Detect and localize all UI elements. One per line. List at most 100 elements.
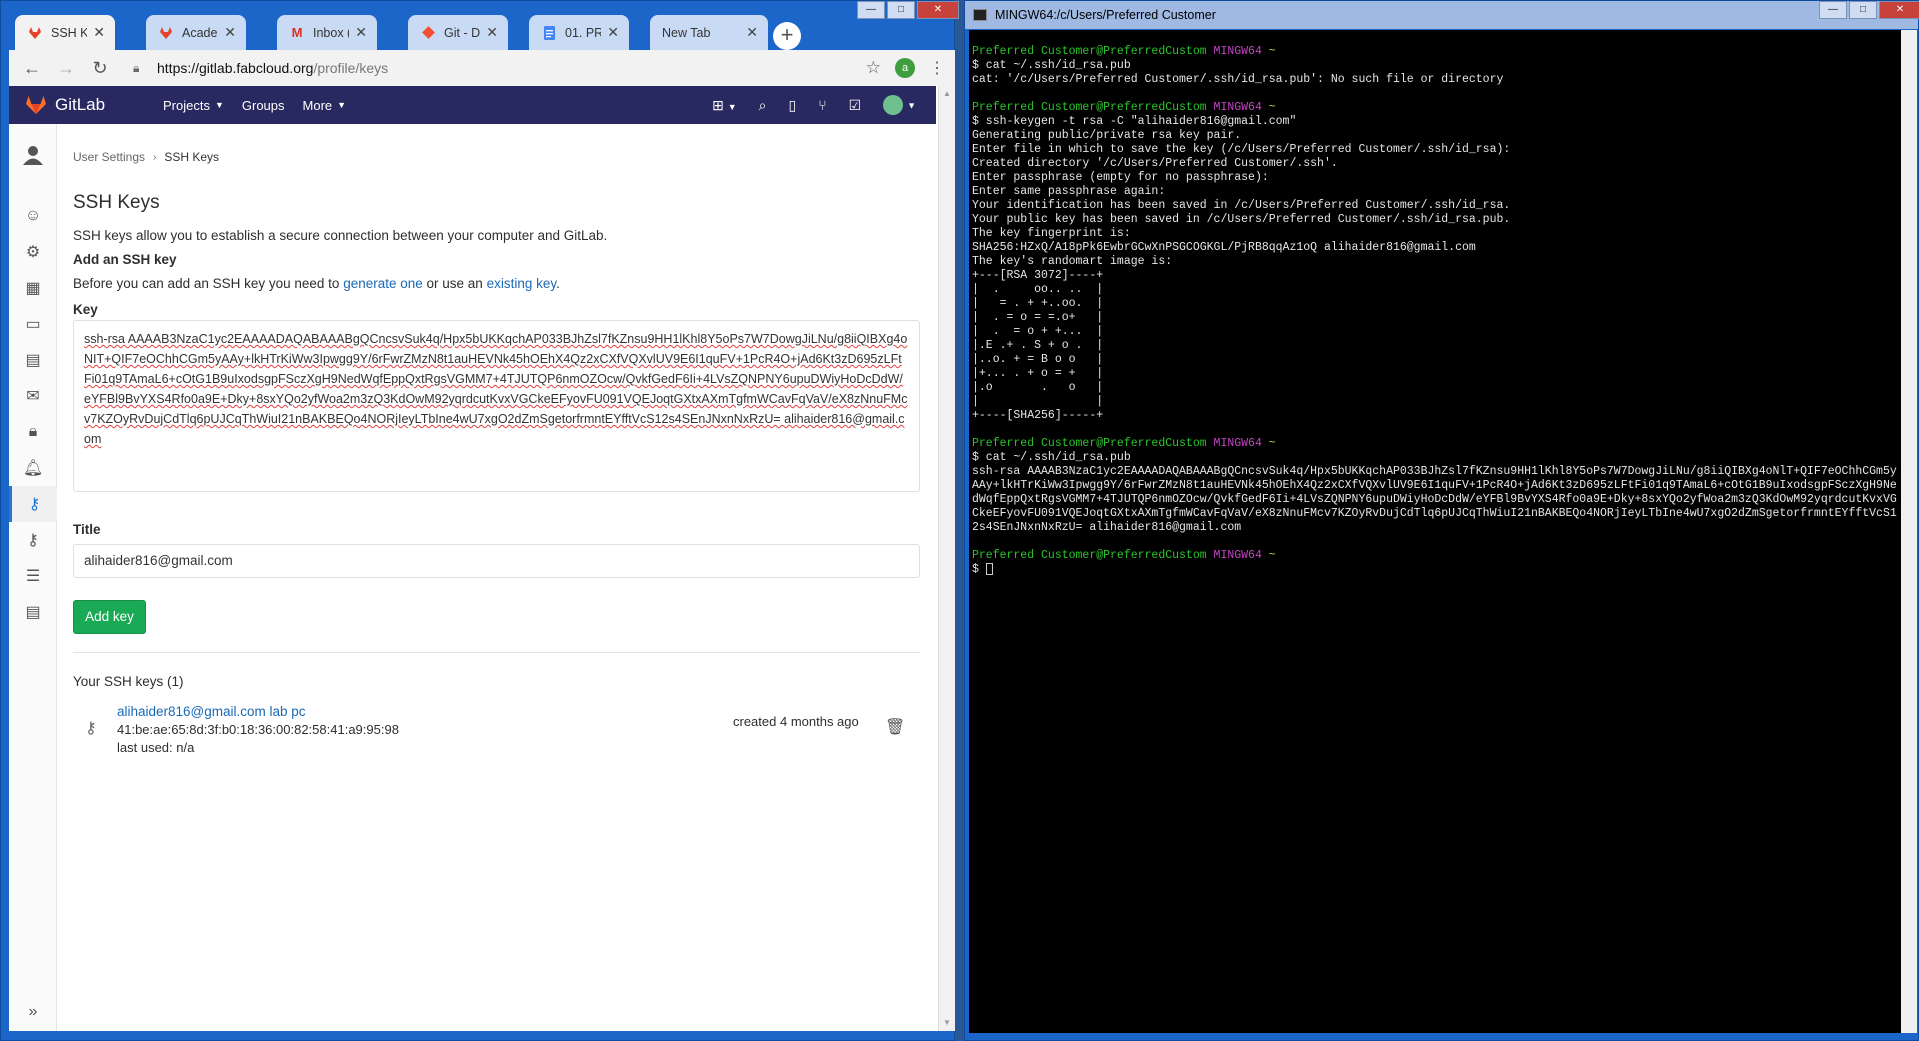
gitlab-page: GitLab Projects ▼ Groups More ▼ ⊞ ▼ ⌕ ▯ ⑂ … [9,86,955,1031]
sidebar-item-active-sessions[interactable]: ▤ [9,594,57,630]
key-icon: ⚷ [85,720,97,737]
chevron-down-icon: ▼ [337,100,347,110]
sidebar-item-tokens[interactable]: ▤ [9,342,57,378]
terminal-output[interactable]: Preferred Customer@PreferredCustom MINGW… [969,30,1901,1033]
tab-new-tab[interactable]: New Tab ✕ [650,15,768,50]
git-icon [420,25,436,41]
minimize-button[interactable]: — [857,1,885,19]
terminal-command: $ ssh-keygen -t rsa -C "alihaider816@gma… [972,115,1297,128]
scroll-up-icon[interactable]: ▲ [939,86,955,102]
ssh-key-title-link[interactable]: alihaider816@gmail.com lab pc [117,704,306,719]
key-textarea[interactable]: ssh-rsa AAAAB3NzaC1yc2EAAAADAQABAAABgQCn… [73,320,920,492]
terminal-command: $ cat ~/.ssh/id_rsa.pub [972,451,1131,464]
nav-more[interactable]: More ▼ [303,98,347,113]
breadcrumb-ssh-keys[interactable]: SSH Keys [164,150,219,164]
address-bar[interactable]: 🔒︎ https://gitlab.fabcloud.org/profile/k… [129,54,858,82]
scroll-down-icon[interactable]: ▼ [939,1015,955,1031]
terminal-prompt: $ [972,563,986,577]
close-window-button[interactable]: ✕ [1879,1,1919,19]
add-key-button[interactable]: Add key [73,600,146,634]
page-title: SSH Keys [73,192,160,213]
ssh-key-list-item: ⚷ alihaider816@gmail.com lab pc 41:be:ae… [73,704,920,764]
terminal-scrollbar[interactable] [1901,30,1917,1033]
close-window-button[interactable]: ✕ [917,1,959,19]
envelope-icon: ✉ [26,388,40,405]
title-input[interactable]: alihaider816@gmail.com [73,544,920,578]
menu-kebab-icon[interactable]: ⋮ [929,58,945,78]
sidebar-item-gpg-keys[interactable]: ⚷ [9,522,57,558]
tab-ssh-keys[interactable]: SSH Keys · G ✕ [15,15,115,50]
gmail-icon: M [291,25,303,40]
maximize-button[interactable]: □ [1849,1,1877,19]
gitlab-header: GitLab Projects ▼ Groups More ▼ ⊞ ▼ ⌕ ▯ ⑂ … [9,86,936,124]
terminal-command: $ cat ~/.ssh/id_rsa.pub [972,59,1131,72]
gitlab-icon [158,25,174,41]
sidebar-item-ssh-keys[interactable]: ⚷ [9,486,57,522]
chevron-down-icon: ▼ [214,100,224,110]
user-avatar-dropdown[interactable]: ▼ [883,95,916,115]
sidebar-item-notifications[interactable]: 🔔︎ [9,450,57,486]
key-icon: ⚷ [27,532,39,549]
new-tab-button[interactable]: + [773,22,801,50]
trash-icon[interactable]: 🗑︎ [885,717,905,737]
collapse-sidebar-button[interactable]: » [9,994,57,1030]
mingw-icon [973,9,987,21]
sidebar-item-chat[interactable]: ▦ [9,270,57,306]
breadcrumb: User Settings › SSH Keys [73,150,219,164]
ssh-key-fingerprint: 41:be:ae:65:8d:3f:b0:18:36:00:82:58:41:a… [117,722,399,737]
todos-icon[interactable]: ☑ [849,97,862,114]
back-arrow-icon[interactable]: ← [19,58,45,79]
issues-icon[interactable]: ▯ [789,97,797,114]
close-tab-icon[interactable]: ✕ [224,24,236,41]
tab-strip: SSH Keys · G ✕ Academany ✕ M Inbox (22) … [9,9,955,50]
user-icon [23,146,43,165]
token-icon: ▤ [25,352,41,369]
bookmark-star-icon[interactable]: ☆ [866,58,881,78]
add-ssh-key-heading: Add an SSH key [73,252,177,267]
terminal-cursor [985,563,993,575]
key-label: Key [73,302,98,317]
account-icon: ☺ [24,207,42,224]
existing-key-link[interactable]: existing key [487,276,557,291]
close-tab-icon[interactable]: ✕ [355,24,367,41]
page-scrollbar[interactable]: ▲ ▼ [938,86,955,1031]
gitlab-logo[interactable]: GitLab [25,95,145,115]
tab-git-download[interactable]: Git - Down ✕ [408,15,508,50]
breadcrumb-user-settings[interactable]: User Settings [73,150,145,164]
maximize-button[interactable]: □ [887,1,915,19]
ssh-key-last-used: last used: n/a [117,740,195,755]
sidebar-item-comments[interactable]: ▭ [9,306,57,342]
gitlab-icon [27,25,43,41]
tab-inbox[interactable]: M Inbox (22) ✕ [277,15,377,50]
preferences-icon: ☰ [25,568,41,585]
sidebar-item-account[interactable]: ☺ [9,198,57,234]
tab-academany[interactable]: Academany ✕ [146,15,246,50]
sidebar-item-applications[interactable]: ⚙ [9,234,57,270]
close-tab-icon[interactable]: ✕ [93,24,105,41]
nav-projects[interactable]: Projects ▼ [163,98,224,113]
reload-icon[interactable]: ↻ [87,58,113,79]
sidebar-item-profile[interactable] [9,130,57,180]
sessions-icon: ▤ [25,604,41,621]
key-icon: ⚷ [28,496,41,513]
terminal-titlebar: MINGW64:/c/Users/Preferred Customer [965,1,1918,29]
forward-arrow-icon[interactable]: → [53,58,79,79]
merge-requests-icon[interactable]: ⑂ [818,97,826,113]
chevron-right-icon: › [153,151,157,163]
sidebar-item-password[interactable]: 🔒︎ [9,414,57,450]
close-tab-icon[interactable]: ✕ [486,24,498,41]
tab-project-doc[interactable]: 01. PROJEC ✕ [529,15,629,50]
sidebar-item-preferences[interactable]: ☰ [9,558,57,594]
close-tab-icon[interactable]: ✕ [746,24,758,41]
profile-avatar[interactable]: a [895,58,915,78]
settings-sidebar: ☺ ⚙ ▦ ▭ ▤ ✉ 🔒︎ 🔔︎ ⚷ ⚷ ☰ ▤ » [9,124,57,1031]
divider [73,652,920,653]
search-icon[interactable]: ⌕ [759,97,767,114]
nav-groups[interactable]: Groups [242,98,285,113]
plus-dropdown-icon[interactable]: ⊞ ▼ [712,97,737,114]
sidebar-item-emails[interactable]: ✉ [9,378,57,414]
close-tab-icon[interactable]: ✕ [607,24,619,41]
minimize-button[interactable]: — [1819,1,1847,19]
generate-one-link[interactable]: generate one [343,276,423,291]
ssh-key-created: created 4 months ago [733,714,859,729]
